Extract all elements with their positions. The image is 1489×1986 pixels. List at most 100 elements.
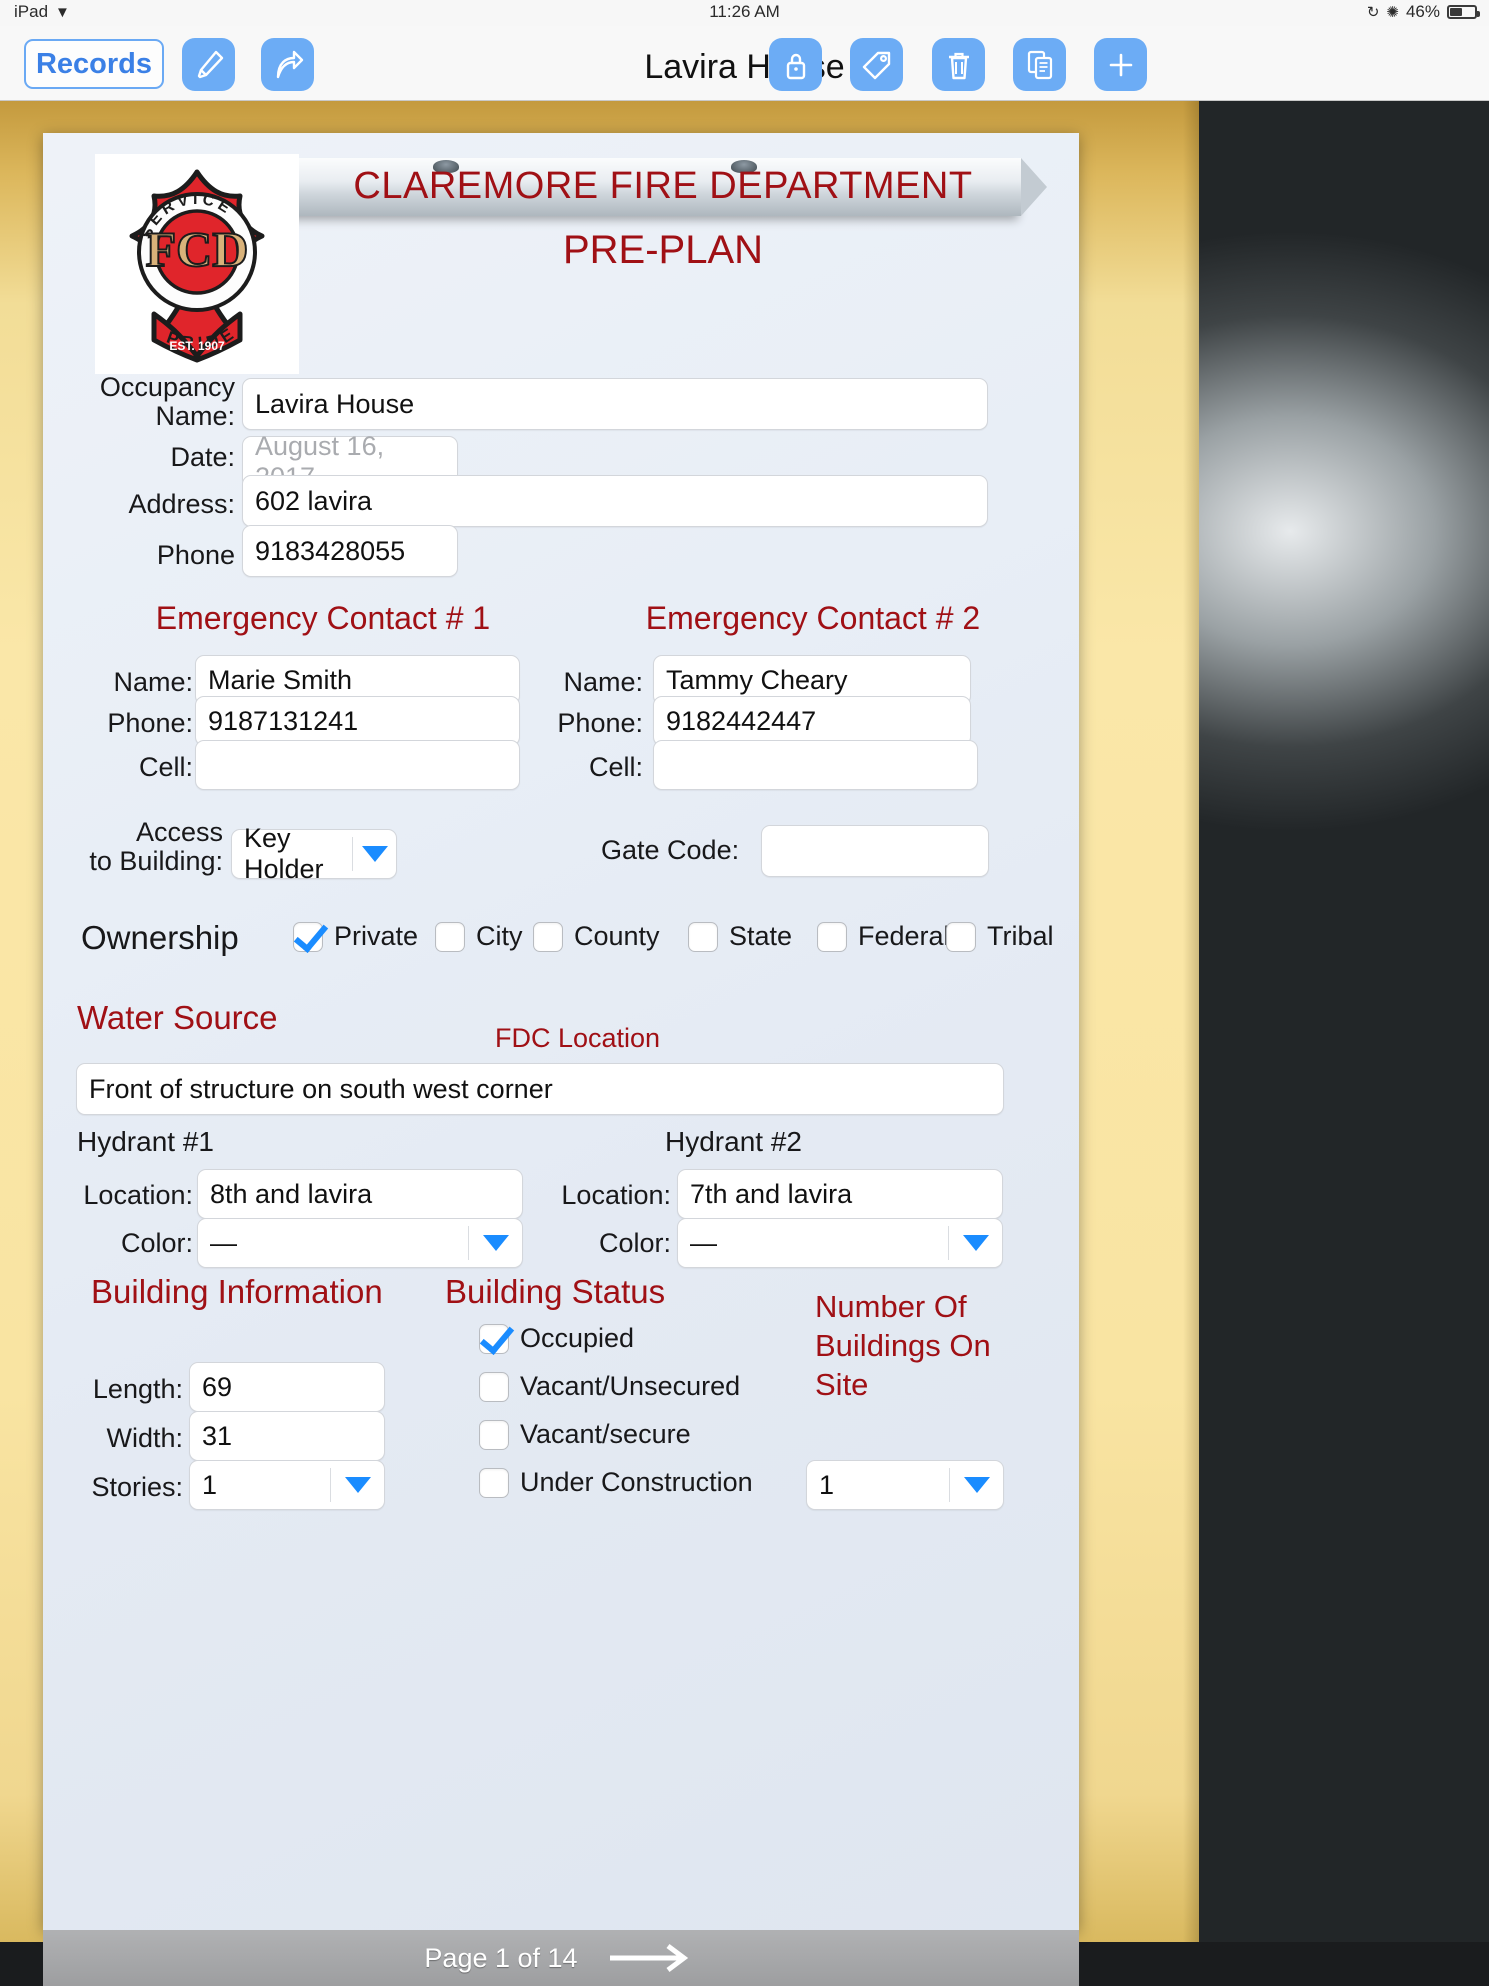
clock-label: 11:26 AM [709,2,780,21]
buildings-on-site-dropdown[interactable]: 1 [806,1460,1004,1510]
date-label: Date: [170,442,235,472]
ec2-phone-label: Phone: [557,708,643,738]
stories-dropdown[interactable]: 1 [189,1460,385,1510]
tag-button[interactable] [850,38,903,91]
checkbox-vacant-secure[interactable] [479,1419,509,1450]
ownership-option-federal[interactable]: Federal [817,921,950,952]
fdc-location-input[interactable]: Front of structure on south west corner [76,1063,1004,1115]
battery-percent-label: 46% [1405,2,1440,21]
building-status-heading: Building Status [445,1273,666,1310]
ownership-option-private[interactable]: Private [293,921,418,952]
hydrant-2-color-value: — [690,1227,717,1258]
ownership-state-label: State [729,921,793,951]
checkbox-vacant-unsecured[interactable] [479,1371,509,1402]
trash-icon [941,47,977,83]
status-vacant-secure-label: Vacant/secure [520,1419,691,1449]
hydrant-2-heading: Hydrant #2 [665,1126,802,1157]
occupancy-name-input[interactable]: Lavira House [242,378,988,430]
checkbox-federal[interactable] [817,921,847,952]
phone-input[interactable]: 9183428055 [242,525,458,577]
hydrant-2-color-label: Color: [598,1228,671,1258]
length-input[interactable]: 69 [189,1362,385,1412]
duplicate-button[interactable] [1013,38,1066,91]
bluetooth-icon: ✺ [1386,4,1399,21]
buildings-on-site-value: 1 [819,1469,835,1500]
ec2-cell-input[interactable] [653,740,978,790]
next-page-button[interactable] [608,1941,698,1975]
navigation-bar: Records Lavira House [0,26,1489,101]
rotation-lock-icon: ↻ [1366,4,1380,21]
status-option-vacant-unsecured[interactable]: Vacant/Unsecured [479,1371,740,1402]
checkbox-tribal[interactable] [946,921,976,952]
status-under-construction-label: Under Construction [520,1467,753,1497]
status-option-vacant-secure[interactable]: Vacant/secure [479,1419,691,1450]
ownership-option-state[interactable]: State [688,921,792,952]
ownership-federal-label: Federal [858,921,950,951]
occupancy-name-label: Occupancy Name: [99,372,235,432]
ec2-cell-label: Cell: [588,752,643,782]
emergency-contact-1-heading: Emergency Contact # 1 [155,600,491,636]
trash-button[interactable] [932,38,985,91]
gate-code-input[interactable] [761,825,989,877]
stories-value: 1 [202,1469,218,1500]
fire-department-logo: SERVICE PRIDE FCD EST. 1907 [95,154,299,374]
status-option-occupied[interactable]: Occupied [479,1323,634,1354]
chevron-down-icon [949,1468,1003,1502]
lock-button[interactable] [769,38,822,91]
water-source-heading: Water Source [77,999,278,1036]
svg-text:EST. 1907: EST. 1907 [169,339,225,353]
hydrant-1-location-input[interactable]: 8th and lavira [197,1169,523,1219]
address-input[interactable]: 602 lavira [242,475,988,527]
checkbox-occupied[interactable] [479,1323,509,1354]
page-title: Lavira House [644,48,845,86]
access-to-building-value: Key Holder [244,823,324,884]
pager-bar: Page 1 of 14 [43,1930,1079,1986]
ipad-screen: iPad ▼ 11:26 AM ↻ ✺ 46% Records Lavira H… [0,0,1489,1986]
checkbox-county[interactable] [533,921,563,952]
add-icon [1103,47,1139,83]
width-label: Width: [106,1423,183,1453]
add-button[interactable] [1094,38,1147,91]
chevron-down-icon [468,1226,522,1260]
hydrant-1-location-label: Location: [83,1180,193,1210]
checkbox-city[interactable] [435,921,465,952]
checkbox-under-construction[interactable] [479,1467,509,1498]
page-indicator: Page 1 of 14 [424,1942,578,1973]
ec2-phone-input[interactable]: 9182442447 [653,696,971,746]
ownership-label: Ownership [81,919,239,956]
access-to-building-dropdown[interactable]: Key Holder [231,823,397,884]
hydrant-2-location-label: Location: [561,1180,671,1210]
document-title: PRE-PLAN [562,228,764,272]
ec1-name-label: Name: [113,667,193,697]
stories-label: Stories: [91,1472,183,1502]
hydrant-2-color-dropdown[interactable]: — [677,1218,1003,1268]
buildings-on-site-heading: Number Of Buildings On Site [815,1289,991,1402]
checkbox-private[interactable] [293,921,323,952]
length-label: Length: [92,1374,183,1404]
building-information-heading: Building Information [91,1273,383,1310]
width-input[interactable]: 31 [189,1411,385,1461]
ec1-cell-label: Cell: [138,752,193,782]
ec1-phone-input[interactable]: 9187131241 [195,696,520,746]
lock-icon [778,47,814,83]
chevron-down-icon [352,837,396,871]
hydrant-1-heading: Hydrant #1 [77,1126,214,1157]
checkbox-state[interactable] [688,921,718,952]
ec1-cell-input[interactable] [195,740,520,790]
ec1-phone-label: Phone: [107,708,193,738]
hydrant-1-color-label: Color: [120,1228,193,1258]
arrow-right-icon [609,1944,688,1972]
status-right: ↻ ✺ 46% [1366,2,1480,22]
fdc-location-heading: FDC Location [495,1023,661,1053]
ownership-option-county[interactable]: County [533,921,660,952]
status-option-under-construction[interactable]: Under Construction [479,1467,753,1498]
department-title: CLAREMORE FIRE DEPARTMENT [353,165,973,207]
hydrant-2-location-input[interactable]: 7th and lavira [677,1169,1003,1219]
ownership-option-tribal[interactable]: Tribal [946,921,1054,952]
battery-icon [1447,5,1480,19]
ownership-county-label: County [574,921,660,951]
ec2-name-label: Name: [563,667,643,697]
hydrant-1-color-dropdown[interactable]: — [197,1218,523,1268]
svg-text:FCD: FCD [146,221,249,277]
ownership-option-city[interactable]: City [435,921,523,952]
